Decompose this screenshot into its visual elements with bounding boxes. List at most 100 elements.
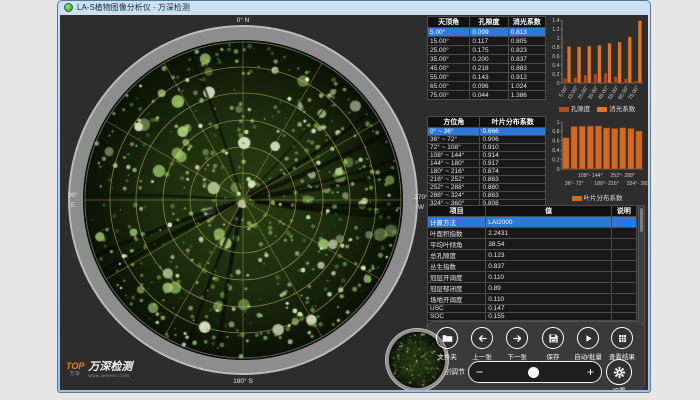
table-cell <box>611 305 636 313</box>
table-cell: 1.024 <box>508 82 545 91</box>
table-cell: 72° ~ 108° <box>428 144 480 152</box>
table-cell: 计算方法 <box>428 217 486 228</box>
svg-text:1: 1 <box>557 36 560 42</box>
table-cell: 0.89 <box>486 283 612 294</box>
button-label: 下一张 <box>500 351 534 361</box>
leaf-distribution-chart: 00.20.40.60.81108°- 144°252°- 288°36°- 7… <box>546 117 648 191</box>
canopy-image[interactable] <box>83 40 403 360</box>
logo-mark: TOP <box>66 362 84 371</box>
table-cell: 0.096 <box>470 82 508 91</box>
table-cell <box>611 239 636 250</box>
slider-knob[interactable] <box>528 367 539 378</box>
table-cell: 25.00° <box>428 46 470 55</box>
porosity-extinction-chart: 00.20.40.60.811.21.45.00°15.00°25.00°35.… <box>546 15 648 107</box>
logo-name: 万深检测 <box>88 361 132 373</box>
table-cell: 0.906 <box>480 136 546 144</box>
gear-icon <box>613 366 626 379</box>
table-row[interactable]: 36° ~ 72°0.906 <box>428 136 546 144</box>
save-button[interactable]: 保存 <box>536 327 570 361</box>
slider-minus-button[interactable]: − <box>476 366 483 378</box>
svg-text:75.00°: 75.00° <box>628 85 641 101</box>
table-cell: 冠层开阔度 <box>428 272 486 283</box>
table-row[interactable]: 15.00°0.1170.805 <box>428 37 546 46</box>
table-cell: 45.00° <box>428 64 470 73</box>
table-row[interactable]: 180° ~ 216°0.874 <box>428 168 546 176</box>
result-table-scrollbar[interactable] <box>638 205 645 333</box>
table-cell: 288° ~ 324° <box>428 192 480 200</box>
table-row[interactable]: 288° ~ 324°0.863 <box>428 192 546 200</box>
svg-text:0: 0 <box>557 167 560 173</box>
table-row[interactable]: 叶面积指数2.2431 <box>428 228 637 239</box>
auto-batch-button[interactable]: 自动/批量 <box>571 327 605 361</box>
app-window: LA-S植物图像分析仪 - 万深检测 0° N 90° E 270° W 180… <box>57 0 651 393</box>
table-row[interactable]: 35.00°0.2000.837 <box>428 55 546 64</box>
brand-logo: TOP 万深 万深检测 www.wseen.com <box>66 361 132 378</box>
segmentation-slider[interactable]: − + <box>468 361 602 383</box>
table-row[interactable]: 冠层郁闭度0.89 <box>428 283 637 294</box>
compass-north-label: 0° N <box>218 16 268 26</box>
svg-text:1.2: 1.2 <box>552 27 559 33</box>
table-cell: 0.837 <box>486 261 612 272</box>
table-row[interactable]: 72° ~ 108°0.910 <box>428 144 546 152</box>
table-row[interactable]: 65.00°0.0961.024 <box>428 82 546 91</box>
table-row[interactable]: 144° ~ 180°0.917 <box>428 160 546 168</box>
table-row[interactable]: 45.00°0.2180.883 <box>428 64 546 73</box>
legend-swatch <box>572 196 582 201</box>
svg-text:0.6: 0.6 <box>552 54 559 60</box>
table-row[interactable]: 丛生指数0.837 <box>428 261 637 272</box>
legend-item: 消光系数 <box>597 103 635 113</box>
table-cell: 35.00° <box>428 55 470 64</box>
svg-text:0.8: 0.8 <box>552 45 559 51</box>
table-header-row: 天顶角孔隙度消光系数 <box>428 17 546 28</box>
table-row[interactable]: 场地开阔度0.110 <box>428 294 637 305</box>
table-row[interactable]: 冠层开阔度0.110 <box>428 272 637 283</box>
settings-button[interactable] <box>606 359 632 385</box>
table-cell: 0.863 <box>480 176 546 184</box>
next-button[interactable]: 下一张 <box>500 327 534 361</box>
column-header: 消光系数 <box>508 17 545 28</box>
table-cell: 252° ~ 288° <box>428 184 480 192</box>
table-cell: 0.863 <box>480 192 546 200</box>
table-row[interactable]: 总孔隙度0.123 <box>428 250 637 261</box>
prev-button[interactable]: 上一张 <box>465 327 499 361</box>
svg-text:1: 1 <box>557 120 560 126</box>
table-cell: 38.54 <box>486 239 612 250</box>
table-row[interactable]: 108° ~ 144°0.914 <box>428 152 546 160</box>
compass-east-letter: E <box>62 201 84 211</box>
scrollbar-thumb[interactable] <box>640 208 643 232</box>
table-row[interactable]: USC0.147 <box>428 305 637 313</box>
logo-site: www.wseen.com <box>88 373 132 378</box>
table-cell: 冠层郁闭度 <box>428 283 486 294</box>
table-cell: 0.110 <box>486 294 612 305</box>
table-row[interactable]: 55.00°0.1430.912 <box>428 73 546 82</box>
svg-text:252°- 288°: 252°- 288° <box>610 173 635 179</box>
slider-plus-button[interactable]: + <box>587 366 594 378</box>
table-cell: 0.874 <box>480 168 546 176</box>
table-row[interactable]: 5.00°0.0990.813 <box>428 28 546 37</box>
folder-button[interactable]: 文件夹 <box>430 327 464 361</box>
table-row[interactable]: SOC0.155 <box>428 313 637 321</box>
table-cell <box>611 228 636 239</box>
table-row[interactable]: 0° ~ 36°0.666 <box>428 128 546 136</box>
table-cell: 平均叶倾角 <box>428 239 486 250</box>
legend-swatch <box>597 107 607 112</box>
table-cell: 0.914 <box>480 152 546 160</box>
table-row[interactable]: 216° ~ 252°0.863 <box>428 176 546 184</box>
svg-text:1.4: 1.4 <box>552 18 559 24</box>
table-row[interactable]: 25.00°0.1750.823 <box>428 46 546 55</box>
column-header: 叶片分布系数 <box>480 117 546 128</box>
legend-item: 孔隙度 <box>559 103 591 113</box>
svg-text:108°- 144°: 108°- 144° <box>578 173 603 179</box>
column-header: 项目 <box>428 206 486 217</box>
svg-text:180°- 216°: 180°- 216° <box>594 181 619 187</box>
table-row[interactable]: 平均叶倾角38.54 <box>428 239 637 250</box>
view-results-button[interactable]: 查看结果 <box>605 327 639 361</box>
table-cell: 0.880 <box>480 184 546 192</box>
table-cell: 0.147 <box>486 305 612 313</box>
table-row[interactable]: 计算方法LAI2000 <box>428 217 637 228</box>
title-bar[interactable]: LA-S植物图像分析仪 - 万深检测 <box>58 1 650 14</box>
table-cell: 0.143 <box>470 73 508 82</box>
table-row[interactable]: 252° ~ 288°0.880 <box>428 184 546 192</box>
table-cell: 1.386 <box>508 91 545 100</box>
table-row[interactable]: 75.00°0.0441.386 <box>428 91 546 100</box>
